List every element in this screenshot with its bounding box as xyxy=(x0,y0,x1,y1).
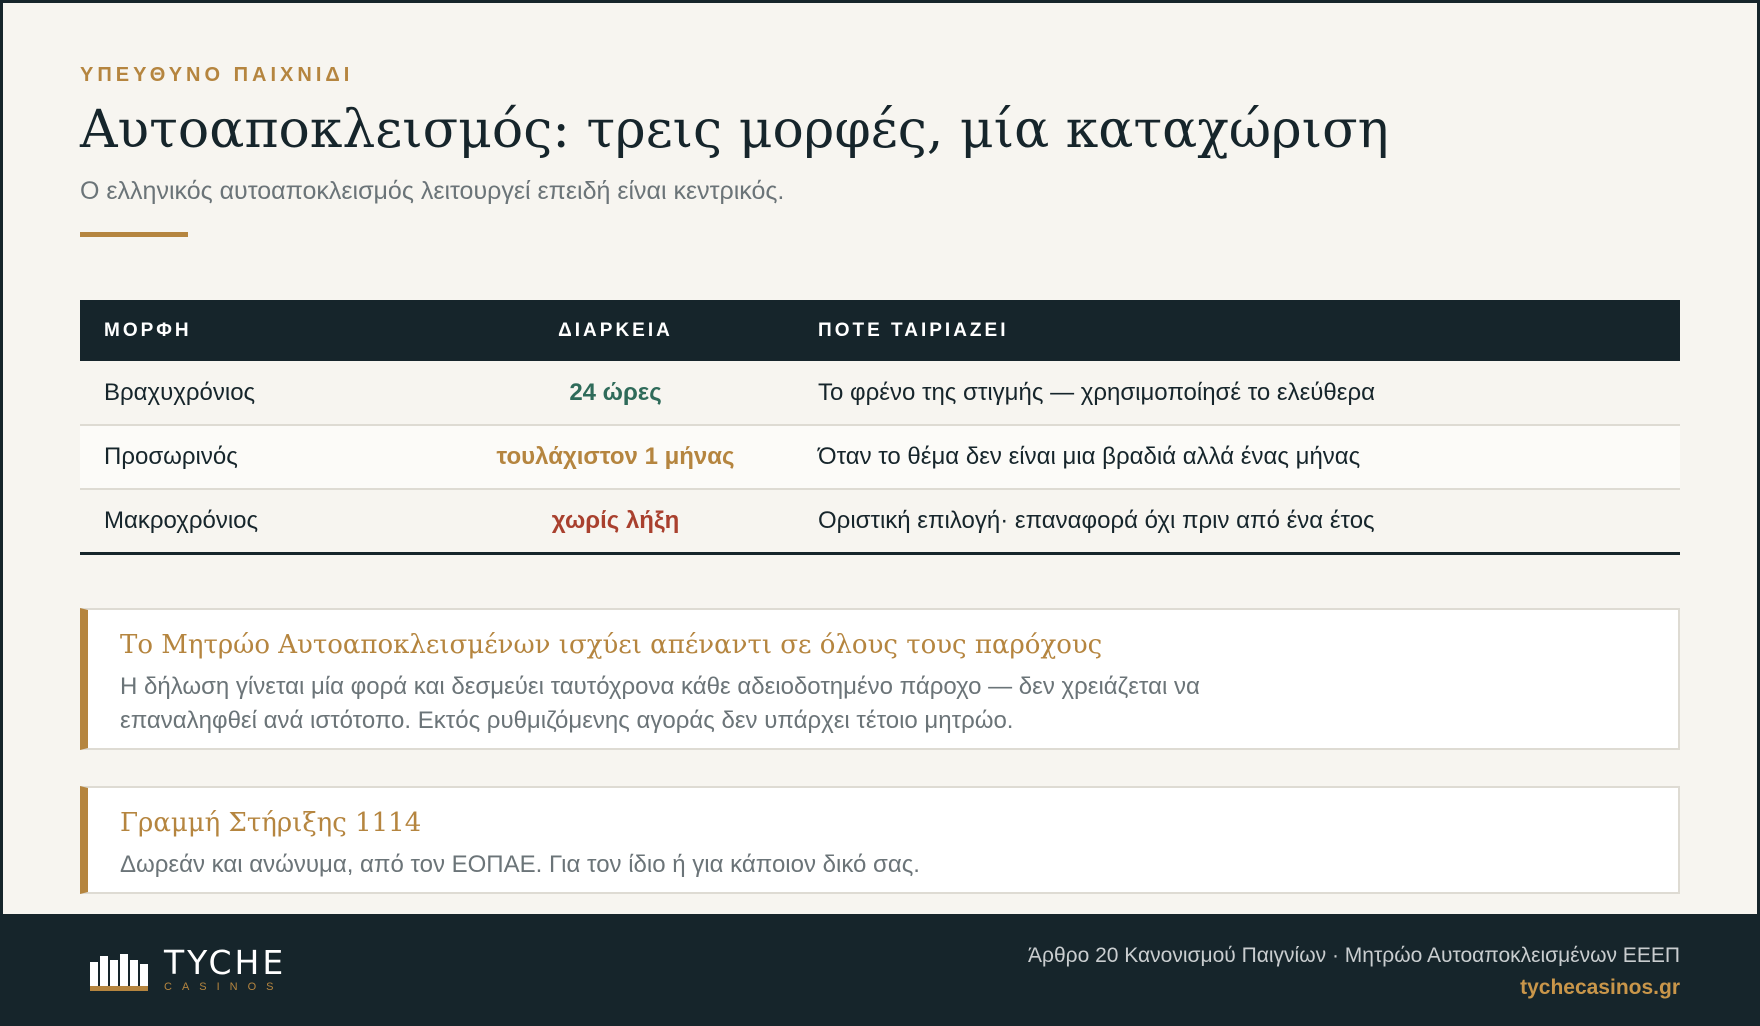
table-header-row: ΜΟΡΦΗ ΔΙΑΡΚΕΙΑ ΠΟΤΕ ΤΑΙΡΙΑΖΕΙ xyxy=(80,300,1680,361)
page-title: Αυτοαποκλεισμός: τρεις μορφές, μία καταχ… xyxy=(80,100,1389,160)
table-row: Μακροχρόνιος χωρίς λήξη Οριστική επιλογή… xyxy=(80,489,1680,553)
form-cell: Προσωρινός xyxy=(104,443,238,470)
logo-tagline: CASINOS xyxy=(164,981,284,993)
callout-title: Το Μητρώο Αυτοαποκλεισμένων ισχύει απένα… xyxy=(120,630,1103,660)
form-cell: Μακροχρόνιος xyxy=(104,506,259,534)
column-header-form: ΜΟΡΦΗ xyxy=(104,319,192,341)
callout-body: Δωρεάν και ανώνυμα, από τον ΕΟΠΑΕ. Για τ… xyxy=(120,851,920,878)
duration-cell: 24 ώρες xyxy=(569,378,662,406)
fit-cell: Το φρένο της στιγμής — χρησιμοποίησέ το … xyxy=(818,378,1375,406)
accent-rule xyxy=(80,232,188,237)
helpline-callout: Γραμμή Στήριξης 1114 Δωρεάν και ανώνυμα,… xyxy=(80,786,1680,894)
fit-cell: Οριστική επιλογή· επαναφορά όχι πριν από… xyxy=(818,506,1375,534)
callout-body: Η δήλωση γίνεται μία φορά και δεσμεύει τ… xyxy=(120,673,1200,734)
tyche-logo[interactable]: TYCHE CASINOS xyxy=(88,943,287,994)
footer: TYCHE CASINOS Άρθρο 20 Κανονισμού Παιγνί… xyxy=(0,914,1760,1026)
page-subtitle: Ο ελληνικός αυτοαποκλεισμός λειτουργεί ε… xyxy=(80,177,785,205)
table-row: Προσωρινός τουλάχιστον 1 μήνας Όταν το θ… xyxy=(80,425,1680,489)
duration-cell: χωρίς λήξη xyxy=(551,506,680,534)
logo-wordmark: TYCHE xyxy=(164,943,287,982)
form-cell: Βραχυχρόνιος xyxy=(104,378,256,406)
exclusion-forms-table: ΜΟΡΦΗ ΔΙΑΡΚΕΙΑ ΠΟΤΕ ΤΑΙΡΙΑΖΕΙ Βραχυχρόνι… xyxy=(80,300,1680,555)
footer-website-link[interactable]: tychecasinos.gr xyxy=(1028,976,1680,1000)
fit-cell: Όταν το θέμα δεν είναι μια βραδιά αλλά έ… xyxy=(818,443,1361,470)
column-header-fit: ΠΟΤΕ ΤΑΙΡΙΑΖΕΙ xyxy=(818,319,1009,341)
registry-callout: Το Μητρώο Αυτοαποκλεισμένων ισχύει απένα… xyxy=(80,608,1680,750)
duration-cell: τουλάχιστον 1 μήνας xyxy=(496,443,735,470)
castle-icon xyxy=(90,954,148,991)
table-row: Βραχυχρόνιος 24 ώρες Το φρένο της στιγμή… xyxy=(80,361,1680,425)
eyebrow-label: ΥΠΕΥΘΥΝΟ ΠΑΙΧΝΙΔΙ xyxy=(80,64,354,86)
footer-source: Άρθρο 20 Κανονισμού Παιγνίων · Μητρώο Αυ… xyxy=(1028,944,1680,967)
column-header-duration: ΔΙΑΡΚΕΙΑ xyxy=(558,319,673,341)
callout-title: Γραμμή Στήριξης 1114 xyxy=(120,808,422,838)
